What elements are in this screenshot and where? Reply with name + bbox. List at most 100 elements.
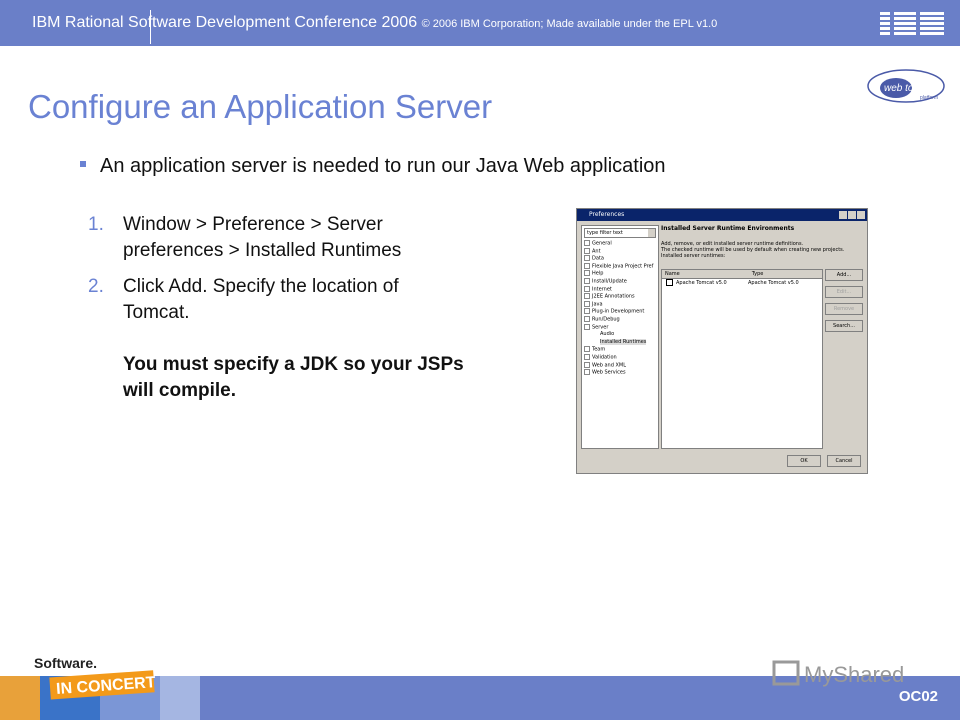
runtime-type: Apache Tomcat v5.0 [748,280,799,286]
tree-item[interactable]: Java [584,300,658,309]
preferences-tree-pane: type filter text General Ant Data Flexible … [581,225,659,449]
table-header: Name Type [662,270,822,279]
tree-item[interactable]: Flexible Java Project Pref [584,262,658,271]
slide-title: Configure an Application Server [28,88,493,125]
preferences-title: Preferences [589,211,625,218]
steps-list: 1. Window > Preference > Server preferen… [88,212,468,414]
expand-icon[interactable] [584,240,590,246]
expand-icon[interactable] [584,308,590,315]
tree-item[interactable]: Server [584,323,658,332]
tree-item[interactable]: Data [584,255,658,263]
step-number: 1. [88,214,104,235]
bullet-marker [80,160,86,167]
expand-icon[interactable] [584,255,590,262]
webtools-logo-text: web tools [884,83,926,94]
column-type[interactable]: Type [749,270,822,278]
expand-icon[interactable] [584,262,590,269]
tree-item[interactable]: Validation [584,353,658,362]
ok-button[interactable]: OK [787,455,821,467]
preferences-titlebar: Preferences [577,209,867,221]
maximize-icon[interactable] [848,211,856,219]
step-item: 1. Window > Preference > Server preferen… [88,212,468,264]
tree-item[interactable]: Installed Runtimes [584,338,658,347]
expand-icon[interactable] [584,270,590,277]
expand-icon[interactable] [584,247,590,254]
dialog-buttons: OK Cancel [787,455,861,467]
expand-icon[interactable] [584,353,590,360]
tree-item[interactable]: Team [584,346,658,354]
tree-item-label: General [592,240,612,247]
table-buttons: Add... Edit... Remove Search... [825,269,863,337]
expand-icon[interactable] [584,315,590,322]
webtools-logo-subtext: platform [920,95,938,101]
tree-item[interactable]: General [584,240,658,248]
preferences-content-pane: Installed Server Runtime Environments Ad… [661,225,863,449]
dropdown-icon[interactable] [648,229,655,237]
search-button[interactable]: Search... [825,320,863,332]
tree-item-label: Web Services [592,369,626,376]
runtime-name: Apache Tomcat v5.0 [676,280,727,286]
tree-item-label: Server [592,324,609,331]
main-bullet: An application server is needed to run o… [80,155,666,178]
tree-item-label: Installed Runtimes [600,338,647,345]
panel-title: Installed Server Runtime Environments [661,225,795,232]
tree-item-label: J2EE Annotations [592,293,635,300]
tree-item[interactable]: Help [584,270,658,278]
conference-title: IBM Rational Software Development Confer… [32,14,717,32]
add-button[interactable]: Add... [825,269,863,281]
myshared-watermark: MyShared [772,660,904,687]
expand-icon[interactable] [584,277,590,284]
tree-item[interactable]: J2EE Annotations [584,293,658,301]
tree-item-label: Audio [600,331,615,338]
tree-item-label: Web and XML [592,362,627,368]
expand-icon[interactable] [584,293,590,300]
close-icon[interactable] [857,211,865,219]
watermark-text: MyShared [804,662,904,687]
ibm-logo [880,12,944,35]
tree-item[interactable]: Run/Debug [584,315,658,324]
tree-item[interactable]: Plug-in Development [584,308,658,316]
tree-item[interactable]: Web and XML [584,361,658,370]
webtools-logo: web tools platform [867,69,945,103]
preferences-tree: General Ant Data Flexible Java Project Pref… [584,240,658,377]
tree-item-label: Validation [592,354,617,361]
tree-item-label: Java [592,301,603,308]
step-note: You must specify a JDK so your JSPs will… [123,354,464,401]
tree-item-label: Run/Debug [592,316,620,323]
tree-item-label: Ant [592,248,601,255]
expand-icon[interactable] [584,361,590,368]
tree-item[interactable]: Install/Update [584,277,658,286]
expand-icon[interactable] [584,346,590,353]
edit-button[interactable]: Edit... [825,286,863,298]
filter-input[interactable]: type filter text [584,228,656,238]
tree-item[interactable]: Web Services [584,369,658,377]
step-item: 2. Click Add. Specify the location of To… [88,274,468,404]
expand-icon[interactable] [584,285,590,292]
copyright: © 2006 IBM Corporation; Made available u… [421,18,718,30]
expand-icon[interactable] [584,323,590,330]
tree-item[interactable]: Ant [584,247,658,256]
expand-icon[interactable] [584,300,590,307]
runtimes-table: Name Type Apache Tomcat v5.0 Apache Tomc… [661,269,823,449]
conference-name: IBM Rational Software Development Confer… [32,14,418,31]
minimize-icon[interactable] [839,211,847,219]
preferences-window: Preferences type filter text General Ant D… [576,208,868,474]
checkbox-icon[interactable] [666,279,673,286]
runtimes-label: Installed server runtimes: [661,253,726,259]
tree-item-label: Install/Update [592,278,627,285]
software-in-concert-logo: Software. IN CONCERT [0,655,200,720]
header-bar: IBM Rational Software Development Confer… [0,0,960,46]
column-name[interactable]: Name [662,270,749,278]
tree-item[interactable]: Internet [584,285,658,294]
bullet-text: An application server is needed to run o… [100,155,666,177]
step-number: 2. [88,276,104,297]
header-divider [150,10,151,44]
remove-button[interactable]: Remove [825,303,863,315]
tree-item-label: Help [592,270,604,277]
table-row[interactable]: Apache Tomcat v5.0 Apache Tomcat v5.0 [662,279,822,287]
expand-icon[interactable] [584,369,590,376]
tree-item-label: Data [592,255,604,262]
tree-item-label: Flexible Java Project Pref [592,263,654,270]
cancel-button[interactable]: Cancel [827,455,861,467]
tree-item[interactable]: Audio [584,331,658,339]
